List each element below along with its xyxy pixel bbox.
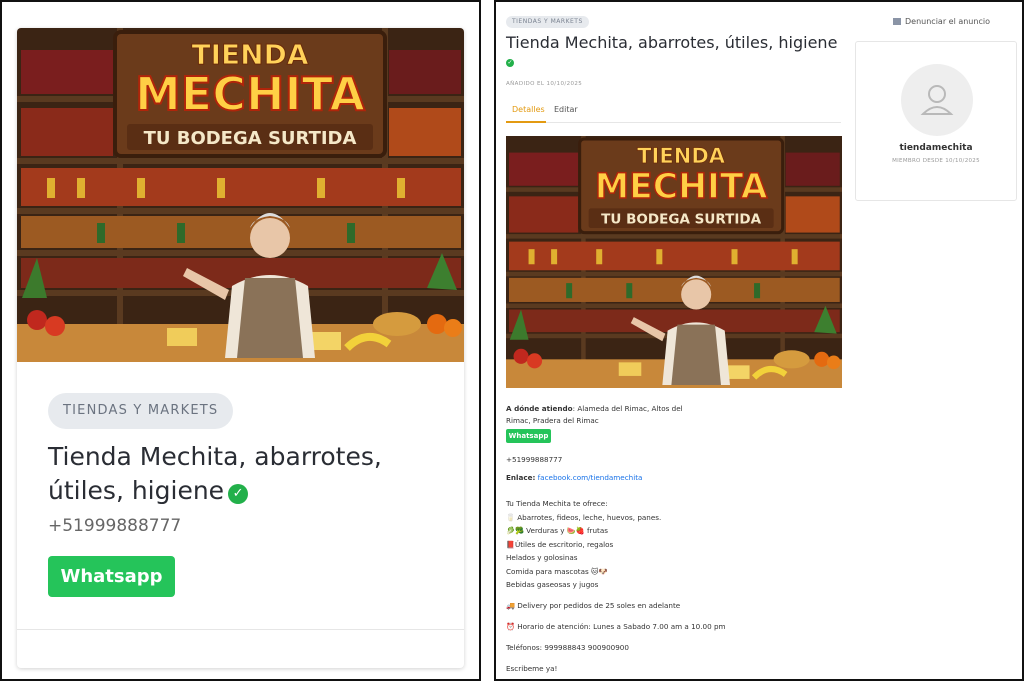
description-line: Comida para mascotas 🐱🐶	[506, 567, 608, 576]
description-line: Helados y golosinas	[506, 553, 578, 562]
description-line: Tu Tienda Mechita te ofrece:	[506, 499, 608, 508]
description-line: 🥬🥦 Verduras y 🍉🍓 frutas	[506, 526, 609, 535]
flag-icon	[893, 18, 901, 25]
report-ad-label: Denunciar el anuncio	[905, 17, 990, 26]
tab-edit[interactable]: Editar	[554, 105, 578, 114]
listing-title-text: Tienda Mechita, abarrotes, útiles, higie…	[48, 442, 382, 505]
description-line: 🚚 Delivery por pedidos de 25 soles en ad…	[506, 601, 681, 610]
tab-details[interactable]: Detalles	[512, 105, 545, 114]
active-tab-indicator	[506, 121, 546, 123]
detail-image[interactable]	[506, 136, 842, 388]
service-area-value: : Alameda del Rimac, Altos del	[572, 404, 683, 413]
category-chip[interactable]: TIENDAS Y MARKETS	[506, 16, 589, 28]
service-area: A dónde atiendo: Alameda del Rimac, Alto…	[506, 403, 686, 427]
avatar[interactable]	[901, 64, 973, 136]
service-area-value-2: Rimac, Pradera del Rimac	[506, 416, 599, 425]
report-ad-link[interactable]: Denunciar el anuncio	[893, 17, 990, 26]
description-line: ⏰ Horario de atención: Lunes a Sabado 7.…	[506, 622, 726, 631]
description-line: 📕Útiles de escritorio, regalos	[506, 540, 614, 549]
added-date: AÑADIDO EL 10/10/2025	[506, 81, 583, 87]
link-label: Enlace:	[506, 473, 536, 482]
card-divider	[17, 629, 464, 630]
verified-icon: ✓	[228, 484, 249, 504]
detail-phone: +51999888777	[506, 455, 563, 464]
listing-card-panel: TIENDAS Y MARKETS Tienda Mechita, abarro…	[0, 0, 481, 681]
description-line: 🥛 Abarrotes, fideos, leche, huevos, pane…	[506, 513, 662, 522]
member-since: MIEMBRO DESDE 10/10/2025	[892, 158, 980, 164]
description-line: Bebidas gaseosas y jugos	[506, 580, 599, 589]
listing-title[interactable]: Tienda Mechita, abarrotes, útiles, higie…	[48, 440, 428, 508]
listing-phone: +51999888777	[48, 516, 182, 536]
facebook-link[interactable]: facebook.com/tiendamechita	[538, 473, 643, 482]
detail-title: Tienda Mechita, abarrotes, útiles, higie…	[506, 33, 838, 52]
seller-card[interactable]: tiendamechita MIEMBRO DESDE 10/10/2025	[855, 41, 1017, 201]
service-area-label: A dónde atiendo	[506, 404, 573, 413]
detail-tabs: Detalles Editar	[506, 102, 841, 123]
description-line: Escribeme ya!	[506, 664, 558, 673]
whatsapp-button[interactable]: Whatsapp	[506, 429, 551, 443]
listing-detail-panel: TIENDAS Y MARKETS Denunciar el anuncio T…	[494, 0, 1024, 681]
user-icon	[920, 85, 954, 115]
listing-card[interactable]: TIENDAS Y MARKETS Tienda Mechita, abarro…	[17, 28, 464, 668]
category-chip[interactable]: TIENDAS Y MARKETS	[48, 393, 234, 429]
listing-image[interactable]	[17, 28, 464, 362]
detail-link: Enlace: facebook.com/tiendamechita	[506, 472, 642, 484]
seller-name[interactable]: tiendamechita	[856, 143, 1016, 153]
whatsapp-button[interactable]: Whatsapp	[48, 556, 175, 597]
verified-icon: ✓	[506, 59, 514, 67]
description-line: Teléfonos: 999988843 900900900	[506, 643, 629, 652]
